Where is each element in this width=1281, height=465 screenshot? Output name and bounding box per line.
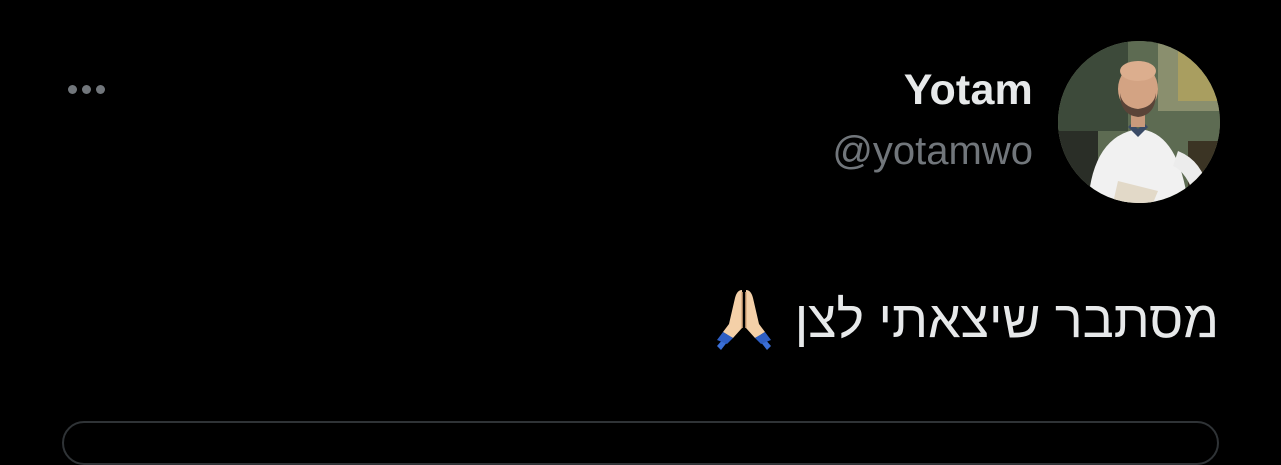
author-handle[interactable]: @yotamwo [832,126,1033,176]
more-dot [95,84,105,94]
tweet-text-content: מסתבר שיצאתי לצן [794,291,1219,349]
avatar-photo [1058,41,1220,203]
more-options-button[interactable] [58,74,114,104]
tweet: Yotam @yotamwo מסתבר שיצאתי לצן [0,0,1281,465]
more-dot [81,84,91,94]
more-dots-icon [67,84,77,94]
author-display-name[interactable]: Yotam [832,64,1033,116]
folded-hands-icon [709,288,779,352]
tweet-text: מסתבר שיצאתי לצן [709,288,1219,352]
avatar[interactable] [1058,41,1220,203]
embedded-card-edge [62,421,1219,465]
tweet-author: Yotam @yotamwo [832,64,1033,176]
